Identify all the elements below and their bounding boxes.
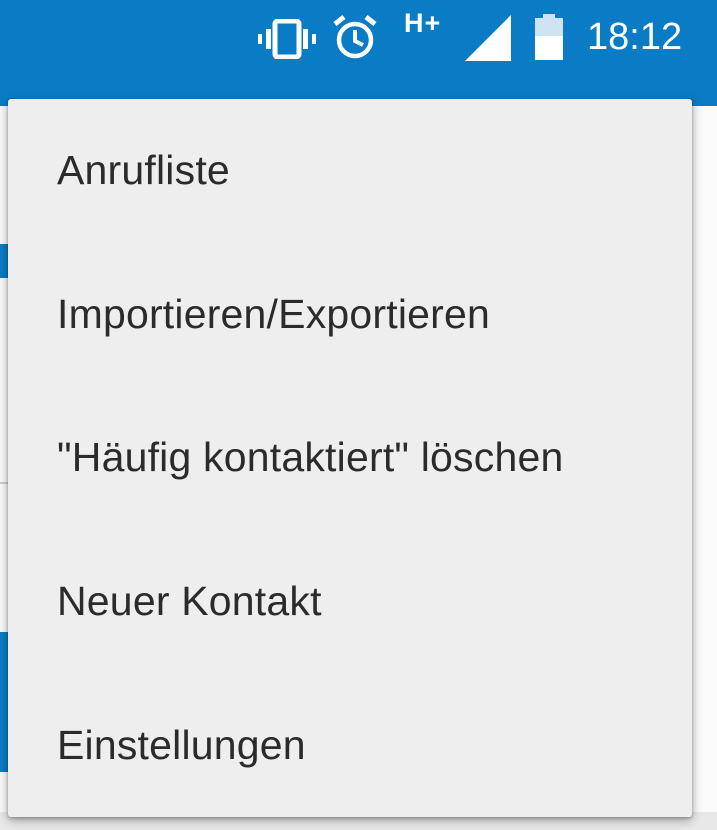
overflow-menu: Anrufliste Importieren/Exportieren "Häuf… — [8, 99, 692, 817]
clock: 18:12 — [587, 16, 683, 58]
signal-icon — [465, 15, 511, 61]
menu-item-label: Neuer Kontakt — [57, 578, 322, 625]
menu-item-label: Einstellungen — [57, 721, 306, 768]
menu-item-clear-frequent[interactable]: "Häufig kontaktiert" löschen — [8, 386, 692, 530]
menu-item-settings[interactable]: Einstellungen — [8, 673, 692, 817]
menu-item-import-export[interactable]: Importieren/Exportieren — [8, 243, 692, 387]
menu-item-new-contact[interactable]: Neuer Kontakt — [8, 530, 692, 674]
menu-item-label: "Häufig kontaktiert" löschen — [57, 434, 564, 481]
menu-item-label: Importieren/Exportieren — [57, 290, 491, 337]
menu-item-label: Anrufliste — [57, 147, 230, 194]
status-bar: H+ 18:12 — [0, 0, 717, 78]
vibrate-icon — [258, 19, 316, 59]
menu-item-call-log[interactable]: Anrufliste — [8, 99, 692, 243]
network-type-label: H+ — [404, 8, 442, 38]
battery-icon — [535, 14, 563, 60]
alarm-icon — [333, 15, 377, 59]
